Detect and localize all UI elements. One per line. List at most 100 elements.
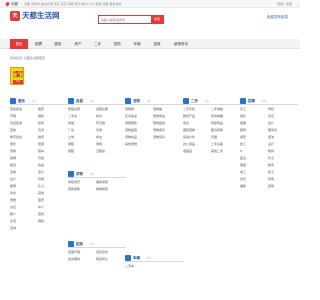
category-link[interactable]: 焊工 [268, 170, 295, 175]
category-link[interactable]: 运动户外 [183, 135, 210, 140]
category-link[interactable]: 其他二手 [211, 149, 238, 154]
category-link[interactable]: 快递 [38, 163, 65, 168]
ad-banner[interactable]: 天都生活网 信息发布 点击 [10, 67, 24, 85]
category-link[interactable]: 宠物猫 [153, 107, 180, 112]
category-link[interactable]: 回收 [10, 128, 37, 133]
category-link[interactable]: 宠物狗 [125, 107, 152, 112]
category-link[interactable]: 摄影 [10, 142, 37, 147]
category-link[interactable]: 宠物美容 [125, 128, 152, 133]
section-title[interactable]: 车辆 [133, 254, 140, 262]
category-link[interactable]: 办公用品 [183, 142, 210, 147]
category-link[interactable]: 设计 [268, 142, 295, 147]
category-link[interactable]: 销售 [240, 114, 267, 119]
category-link[interactable]: 保洁 [268, 135, 295, 140]
category-link[interactable]: 项目合作 [96, 250, 123, 255]
category-link[interactable]: 搬家 [38, 107, 65, 112]
category-link[interactable]: 数码产品 [183, 114, 210, 119]
search-button[interactable]: 搜索 [151, 16, 163, 23]
category-link[interactable]: 开锁 [10, 114, 37, 119]
category-link[interactable]: 宠物寄养 [153, 128, 180, 133]
section-title[interactable]: 房屋 [76, 97, 83, 105]
category-link[interactable]: 土地 [68, 135, 95, 140]
category-link[interactable]: 法律 [10, 170, 37, 175]
category-link[interactable]: 日租房 [96, 149, 123, 154]
category-link[interactable]: 客服 [240, 121, 267, 126]
publish-link[interactable]: 免费发布信息 [252, 13, 288, 22]
login-register-links[interactable]: 登录 | 注册 [277, 1, 292, 7]
section-title[interactable]: 招聘 [248, 97, 255, 105]
category-link[interactable]: 家具 [183, 121, 210, 126]
category-link[interactable]: 礼仪 [38, 184, 65, 189]
site-logo[interactable]: 天 天都生活网 [10, 11, 60, 23]
category-link[interactable]: 服装鞋帽 [183, 128, 210, 133]
category-link[interactable]: 求购 [96, 142, 123, 147]
category-link[interactable]: 家教 [10, 149, 37, 154]
nav-tab[interactable]: 招商 [148, 39, 166, 49]
category-link[interactable]: 车位 [96, 135, 123, 140]
category-link[interactable]: 旅游 [38, 142, 65, 147]
category-link[interactable]: 合租房屋 [96, 107, 123, 112]
category-link[interactable]: 商铺 [68, 121, 95, 126]
category-link[interactable]: 仓管 [240, 177, 267, 182]
category-link[interactable]: 宠物 [10, 198, 37, 203]
category-link[interactable]: 月嫂 [38, 156, 65, 161]
category-link[interactable]: 乐器 [211, 135, 238, 140]
nav-tab[interactable]: 服务 [49, 39, 67, 49]
section-title[interactable]: 招商 [76, 240, 83, 248]
category-link[interactable]: 二手车 [125, 264, 152, 269]
category-link[interactable]: 殡葬 [38, 212, 65, 217]
category-link[interactable]: 管道疏通 [10, 121, 37, 126]
category-link[interactable]: 二手电脑 [211, 107, 238, 112]
section-title[interactable]: 服务 [18, 97, 25, 105]
category-link[interactable]: 商务 [10, 191, 37, 196]
category-link[interactable]: 技工 [240, 142, 267, 147]
category-link[interactable]: 投资理财 [68, 257, 95, 262]
category-link[interactable]: 租车 [38, 149, 65, 154]
search-input[interactable] [101, 16, 151, 23]
category-link[interactable]: 宠物食品 [125, 135, 152, 140]
nav-tab[interactable]: 新闻资讯 [168, 39, 194, 49]
category-link[interactable]: 保姆 [10, 156, 37, 161]
category-link[interactable]: 花鸟鱼虫 [125, 114, 152, 119]
city-links[interactable]: 天都 湛紫华 昌屯北港 天东 京宣 海阳 南宁 杭州 广州 西安 成都 更多城市 [24, 1, 122, 7]
category-link[interactable]: 养老 [10, 219, 37, 224]
category-link[interactable]: 宠物用品 [153, 114, 180, 119]
category-link[interactable]: 求租 [68, 142, 95, 147]
category-link[interactable]: 教育培训 [10, 135, 37, 140]
category-link[interactable]: 中介 [38, 205, 65, 210]
category-link[interactable]: 会计 [268, 121, 295, 126]
nav-tab[interactable]: 二手 [89, 39, 106, 49]
category-link[interactable]: IT [240, 149, 267, 154]
category-link[interactable]: 收藏品 [183, 149, 210, 154]
category-link[interactable]: 装修 [38, 121, 65, 126]
category-link[interactable]: 印刷 [38, 177, 65, 182]
category-link[interactable]: 家政保洁 [10, 107, 37, 112]
category-link[interactable]: 清洗 [38, 128, 65, 133]
category-link[interactable]: 服务员 [268, 128, 295, 133]
nav-tab[interactable]: 车辆 [128, 39, 146, 49]
category-link[interactable]: 宠物领养 [153, 135, 180, 140]
category-link[interactable]: 搬运 [10, 163, 37, 168]
category-link[interactable]: 母婴用品 [211, 121, 238, 126]
category-link[interactable]: 二手设备 [211, 142, 238, 147]
category-link[interactable]: 二手房 [68, 114, 95, 119]
section-title[interactable]: 宠物 [133, 97, 140, 105]
category-link[interactable]: 办证 [10, 205, 37, 210]
category-link[interactable]: 兼职 [240, 184, 267, 189]
category-link[interactable]: 宠物医院 [153, 121, 180, 126]
category-link[interactable]: 咨询 [10, 226, 37, 231]
category-link[interactable]: 护士 [268, 156, 295, 161]
category-link[interactable]: 教师 [268, 149, 295, 154]
category-link[interactable]: 设计 [10, 177, 37, 182]
category-link[interactable]: 仓库 [96, 128, 123, 133]
nav-tab[interactable]: 首页 [10, 39, 28, 49]
nav-tab[interactable]: 招聘 [30, 39, 47, 49]
category-link[interactable]: 家用电器 [211, 114, 238, 119]
category-link[interactable]: 写字楼 [96, 121, 123, 126]
ad-button[interactable]: 点击 [13, 80, 23, 84]
category-link[interactable]: 短租 [68, 149, 95, 154]
category-link[interactable]: 二手手机 [183, 107, 210, 112]
category-link[interactable]: 厂房 [68, 128, 95, 133]
category-link[interactable]: 文员 [268, 114, 295, 119]
category-link[interactable]: 新房 [96, 114, 123, 119]
